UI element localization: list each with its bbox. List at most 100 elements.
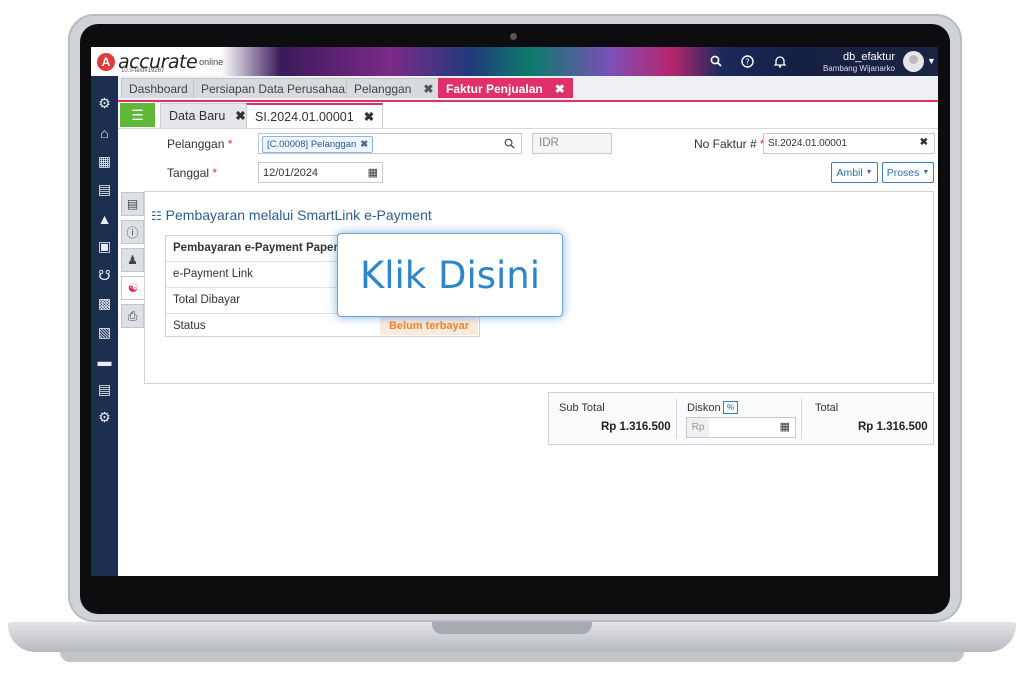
settings-doc-icon[interactable]: ⚙: [95, 408, 114, 427]
table-header-text: Pembayaran e-Payment Paper: [173, 242, 338, 254]
app-screen: A accurate online 10.0-test#19267 ? db_e…: [91, 47, 938, 576]
tab-pelanggan[interactable]: Pelanggan ✖: [346, 78, 442, 98]
totals-box: Sub Total Rp 1.316.500 Diskon % Rp ▦ Tot…: [548, 392, 934, 445]
chevron-down-icon[interactable]: ▼: [927, 56, 936, 66]
tab-invoice[interactable]: SI.2024.01.00001 ✖: [246, 103, 384, 128]
top-bar: A accurate online 10.0-test#19267 ? db_e…: [91, 47, 938, 76]
gear-icon[interactable]: ⚙: [95, 94, 114, 113]
total-value: Rp 1.316.500: [858, 421, 928, 433]
building-icon[interactable]: ▦: [95, 152, 114, 171]
nofaktur-label-text: No Faktur #: [694, 137, 757, 151]
divider: [801, 399, 802, 439]
panel-title: ☷ Pembayaran melalui SmartLink e-Payment: [151, 207, 432, 223]
percent-toggle[interactable]: %: [723, 401, 739, 414]
user-db: db_efaktur: [843, 51, 895, 63]
user-name: Bambang Wijanarko: [822, 64, 895, 73]
callout-text: Klik Disini: [359, 253, 541, 297]
logo-mark-icon: A: [97, 53, 115, 71]
version-text: 10.0-test#19267: [121, 68, 165, 74]
subtotal-value: Rp 1.316.500: [601, 421, 671, 433]
sales-cart-icon[interactable]: ▩: [95, 294, 114, 313]
subtotal-label: Sub Total: [559, 402, 605, 414]
currency-field: IDR: [532, 133, 612, 154]
tab-label: SI.2024.01.00001: [255, 110, 354, 124]
panel-title-text: Pembayaran melalui SmartLink e-Payment: [165, 207, 432, 223]
pelanggan-chip-text: [C.00008] Pelanggan: [267, 139, 357, 150]
laptop-shadow: [60, 652, 964, 662]
brand-sub: online: [199, 57, 224, 67]
info-tab[interactable]: ⓘ: [121, 220, 144, 244]
status-badge: Belum terbayar: [380, 317, 478, 335]
row-label: Total Dibayar: [173, 294, 241, 306]
divider: [676, 399, 677, 439]
list-view-button[interactable]: ☰: [120, 103, 155, 127]
row-label: Status: [173, 320, 206, 332]
rp-prefix: Rp: [687, 418, 709, 437]
bag-icon[interactable]: ▣: [95, 237, 114, 256]
remove-icon[interactable]: ✖: [360, 139, 368, 150]
tab-data-baru[interactable]: Data Baru ✖: [160, 103, 255, 128]
report-icon[interactable]: ▤: [95, 380, 114, 399]
ambil-label: Ambil: [836, 166, 863, 179]
tab-label: Dashboard: [129, 82, 188, 96]
tab-faktur-penjualan[interactable]: Faktur Penjualan ✖: [438, 78, 573, 98]
currency-value: IDR: [539, 137, 559, 149]
tanggal-value: 12/01/2024: [263, 167, 319, 179]
payment-icon: ☷: [151, 209, 162, 223]
ledger-icon[interactable]: ▤: [95, 180, 114, 199]
chevron-down-icon: ▼: [922, 169, 930, 176]
svg-text:?: ?: [745, 57, 749, 66]
clear-icon[interactable]: ✖: [920, 137, 928, 148]
nofaktur-value: SI.2024.01.00001: [768, 138, 847, 149]
calendar-icon[interactable]: ▦: [368, 166, 378, 179]
cart-icon[interactable]: ☋: [95, 266, 114, 285]
total-label: Total: [815, 402, 839, 414]
close-icon[interactable]: ✖: [555, 82, 565, 96]
tab-persiapan-data[interactable]: Persiapan Data Perusahaan: [193, 78, 360, 98]
document-tabs: ☰ Data Baru ✖ SI.2024.01.00001 ✖: [118, 102, 938, 129]
close-icon[interactable]: ✖: [235, 109, 245, 123]
pelanggan-label-text: Pelanggan: [167, 137, 225, 151]
bank-icon[interactable]: ▲: [95, 209, 114, 228]
klik-disini-callout[interactable]: Klik Disini: [337, 233, 563, 317]
proses-label: Proses: [886, 166, 920, 179]
sidebar: ⚙ ⌂ ▦ ▤ ▲ ▣ ☋ ▩ ▧ ▬ ▤ ⚙: [91, 76, 118, 576]
pelanggan-field[interactable]: [C.00008] Pelanggan ✖: [258, 133, 522, 154]
user-tab[interactable]: ♟: [121, 248, 144, 272]
close-icon[interactable]: ✖: [364, 110, 374, 124]
tanggal-label-text: Tanggal: [167, 166, 210, 180]
camera-dot: [510, 33, 517, 40]
laptop-notch: [432, 622, 592, 634]
tab-label: Persiapan Data Perusahaan: [201, 82, 352, 96]
pelanggan-chip[interactable]: [C.00008] Pelanggan ✖: [262, 136, 374, 153]
warehouse-icon[interactable]: ⌂: [95, 123, 114, 142]
ambil-button[interactable]: Ambil ▼: [831, 162, 878, 183]
help-icon[interactable]: ?: [738, 52, 756, 70]
avatar[interactable]: [903, 51, 924, 72]
module-tabs: Dashboard Persiapan Data Perusahaan Pela…: [118, 76, 938, 102]
tanggal-label: Tanggal *: [167, 166, 218, 180]
row-label: e-Payment Link: [173, 268, 253, 280]
tab-label: Pelanggan: [354, 82, 412, 96]
diskon-field[interactable]: Rp ▦: [686, 417, 796, 438]
tab-label: Faktur Penjualan: [446, 82, 543, 96]
truck-icon[interactable]: ▬: [95, 351, 114, 370]
proses-button[interactable]: Proses ▼: [882, 162, 934, 183]
tanggal-field[interactable]: 12/01/2024 ▦: [258, 162, 383, 183]
print-tab[interactable]: ⎙: [121, 304, 144, 328]
search-icon[interactable]: [707, 52, 725, 70]
pelanggan-label: Pelanggan *: [167, 137, 233, 151]
bell-icon[interactable]: [771, 52, 789, 70]
close-icon[interactable]: ✖: [423, 82, 433, 96]
tab-label: Data Baru: [169, 109, 226, 123]
detail-items-tab[interactable]: ▤: [121, 192, 144, 216]
nofaktur-label: No Faktur # *: [694, 137, 765, 151]
nofaktur-field[interactable]: SI.2024.01.00001 ✖: [763, 133, 935, 154]
chevron-down-icon: ▼: [865, 169, 873, 176]
tab-dashboard[interactable]: Dashboard: [121, 78, 196, 98]
inventory-icon[interactable]: ▧: [95, 323, 114, 342]
calculator-icon[interactable]: ▦: [780, 420, 790, 433]
search-icon[interactable]: [504, 138, 515, 149]
diskon-label: Diskon: [687, 402, 721, 414]
payment-tab[interactable]: ☯: [121, 276, 144, 300]
